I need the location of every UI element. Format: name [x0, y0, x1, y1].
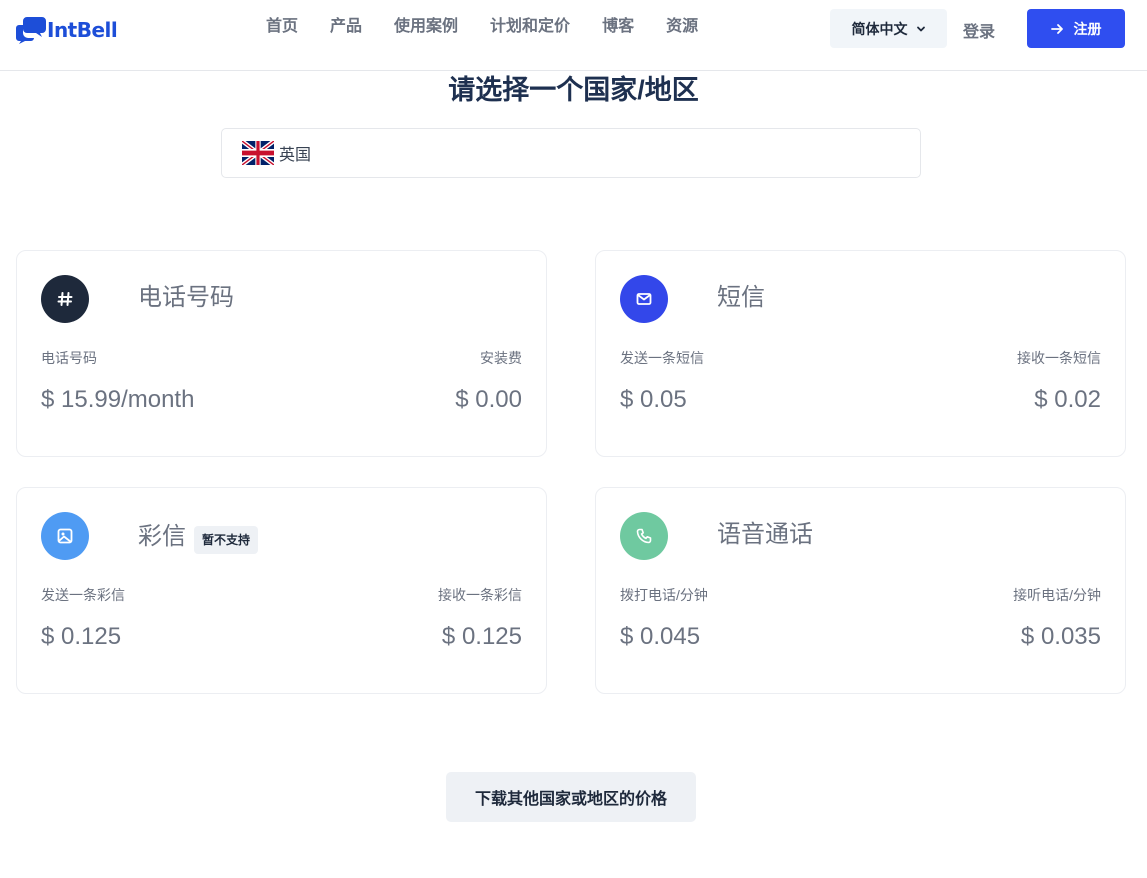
chat-bubbles-icon	[16, 17, 46, 44]
phone-icon	[636, 528, 652, 544]
price-value-right: $ 0.035	[1020, 623, 1101, 650]
selected-country: 英国	[279, 147, 312, 164]
card-title-text: 短信	[717, 284, 765, 311]
card-title: 短信	[717, 283, 765, 313]
price-value-left: $ 0.125	[41, 623, 122, 650]
uk-flag-icon	[242, 141, 274, 165]
phone-icon-circle	[620, 512, 668, 560]
nav-use-cases[interactable]: 使用案例	[394, 17, 458, 37]
price-value-left: $ 0.045	[620, 623, 701, 650]
main-nav: 首页 产品 使用案例 计划和定价 博客 资源	[266, 17, 698, 37]
arrow-right-icon	[1050, 23, 1063, 34]
price-value-left: $ 0.05	[620, 386, 687, 413]
mms-card: 彩信 暂不支持 发送一条彩信 $ 0.125 接收一条彩信 $ 0.125	[16, 487, 547, 694]
price-label-left: 拨打电话/分钟	[620, 587, 708, 603]
card-title: 语音通话	[717, 520, 813, 550]
card-title-text: 语音通话	[717, 521, 813, 548]
price-label-left: 发送一条短信	[620, 350, 704, 366]
language-selector[interactable]: 简体中文	[830, 9, 947, 48]
signup-label: 注册	[1073, 20, 1102, 37]
mail-icon-circle	[620, 275, 668, 323]
price-label-left: 电话号码	[41, 350, 97, 366]
phone-number-card: 电话号码 电话号码 $ 15.99/month 安装费 $ 0.00	[16, 250, 547, 457]
price-label-right: 接听电话/分钟	[1013, 587, 1101, 603]
price-value-right: $ 0.125	[441, 623, 522, 650]
mail-icon	[636, 293, 652, 305]
login-link[interactable]: 登录	[963, 18, 995, 42]
nav-products[interactable]: 产品	[330, 17, 362, 37]
language-label: 简体中文	[851, 20, 908, 37]
logo[interactable]: IntBell	[16, 16, 118, 44]
nav-blog[interactable]: 博客	[602, 17, 634, 37]
price-value-right: $ 0.00	[455, 386, 522, 413]
card-title: 电话号码	[138, 283, 234, 313]
sms-card: 短信 发送一条短信 $ 0.05 接收一条短信 $ 0.02	[595, 250, 1126, 457]
card-title: 彩信 暂不支持	[138, 520, 259, 554]
price-label-right: 接收一条彩信	[438, 587, 522, 603]
signup-button[interactable]: 注册	[1027, 9, 1125, 48]
hash-icon-circle	[41, 275, 89, 323]
logo-text: IntBell	[47, 18, 118, 42]
page-title: 请选择一个国家/地区	[448, 75, 699, 105]
voice-call-card: 语音通话 拨打电话/分钟 $ 0.045 接听电话/分钟 $ 0.035	[595, 487, 1126, 694]
card-title-text: 彩信	[138, 523, 186, 550]
download-prices-button[interactable]: 下载其他国家或地区的价格	[446, 772, 696, 822]
hash-icon	[57, 292, 73, 306]
nav-pricing[interactable]: 计划和定价	[490, 17, 570, 37]
nav-home[interactable]: 首页	[266, 17, 298, 37]
price-label-right: 安装费	[480, 350, 522, 366]
price-value-right: $ 0.02	[1034, 386, 1101, 413]
price-label-right: 接收一条短信	[1017, 350, 1101, 366]
price-value-left: $ 15.99/month	[41, 386, 195, 413]
image-icon-circle	[41, 512, 89, 560]
image-icon	[57, 528, 73, 544]
card-title-text: 电话号码	[138, 284, 234, 311]
country-select[interactable]: 英国	[221, 128, 921, 178]
not-supported-badge: 暂不支持	[194, 526, 259, 554]
chevron-down-icon	[916, 26, 925, 31]
top-header: IntBell 首页 产品 使用案例 计划和定价 博客 资源 简体中文 登录 注…	[0, 0, 1147, 71]
nav-resources[interactable]: 资源	[666, 17, 698, 37]
price-label-left: 发送一条彩信	[41, 587, 125, 603]
